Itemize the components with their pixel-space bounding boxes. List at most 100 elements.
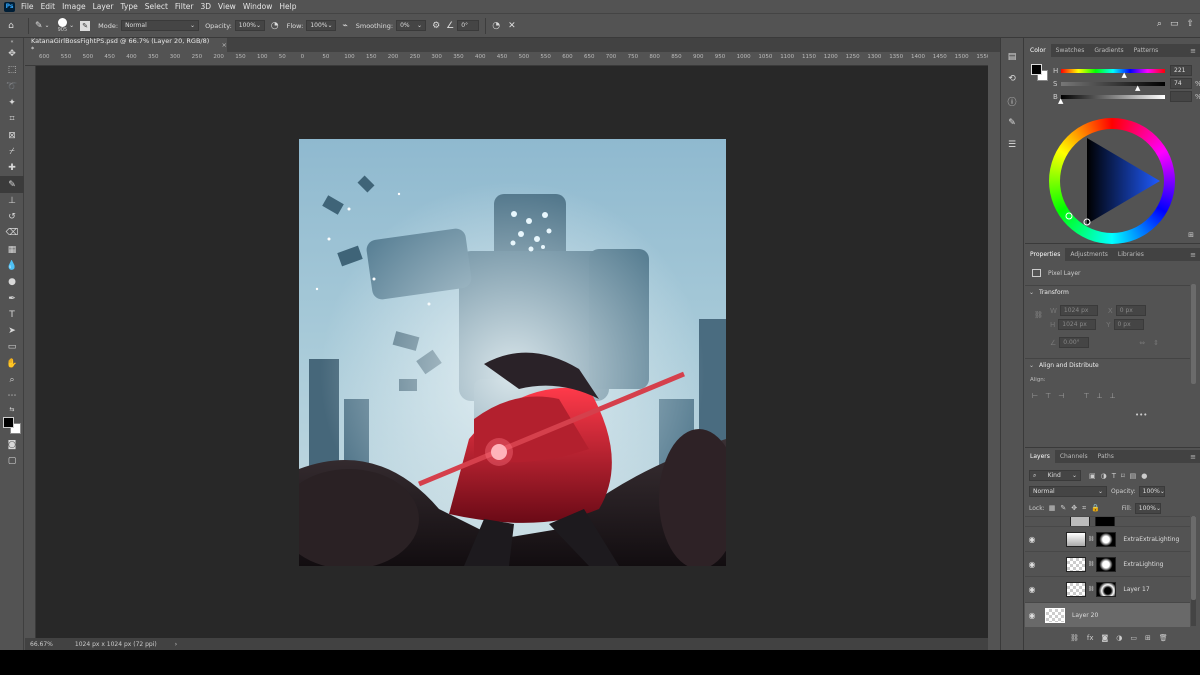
align-left-icon[interactable]: ⊢ <box>1032 392 1038 400</box>
tab-patterns[interactable]: Patterns <box>1129 44 1164 57</box>
pressure-opacity-icon[interactable]: ◔ <box>271 21 279 31</box>
brush-preset-icon[interactable]: ✎ <box>35 21 43 31</box>
brush-size-picker[interactable]: 905 <box>58 18 67 33</box>
clone-stamp-tool-icon[interactable]: ⊥ <box>0 193 24 209</box>
color-panel-corner-icon[interactable]: ⊞ <box>1188 231 1194 239</box>
tab-channels[interactable]: Channels <box>1055 450 1093 463</box>
color-wheel[interactable] <box>1049 118 1175 244</box>
gradient-tool-icon[interactable]: ▦ <box>0 242 24 258</box>
more-options-icon[interactable]: ••• <box>1135 411 1147 419</box>
layer-filter-dropdown[interactable]: ⌕ Kind ⌄ <box>1029 470 1081 481</box>
layer-opacity-input[interactable]: 100% ⌄ <box>1138 486 1165 497</box>
tab-libraries[interactable]: Libraries <box>1113 248 1149 261</box>
blur-tool-icon[interactable]: 💧 <box>0 258 24 274</box>
document-tab[interactable]: KatanaGirlBossFightPS.psd @ 66.7% (Layer… <box>25 37 227 53</box>
zoom-level[interactable]: 66.67% <box>30 641 53 648</box>
close-icon[interactable]: × <box>222 41 227 49</box>
screen-mode-icon[interactable]: ▢ <box>0 453 24 469</box>
history-icon[interactable]: ⟲ <box>1001 68 1023 90</box>
lock-transparency-icon[interactable]: ▦ <box>1049 504 1056 513</box>
height-input[interactable]: 1024 px <box>1058 319 1097 330</box>
quick-mask-icon[interactable]: ◙ <box>0 437 24 453</box>
lasso-tool-icon[interactable]: ➰ <box>0 79 24 95</box>
type-filter-icon[interactable]: T <box>1112 472 1116 480</box>
tab-layers[interactable]: Layers <box>1025 450 1055 463</box>
brush-settings-icon[interactable]: ✎ <box>1001 112 1023 134</box>
new-layer-icon[interactable]: ⊞ <box>1145 634 1151 642</box>
saturation-slider[interactable]: ▲ <box>1061 81 1165 92</box>
menu-file[interactable]: File <box>21 2 34 11</box>
dodge-tool-icon[interactable]: ● <box>0 274 24 290</box>
layer-row[interactable]: ◉ ⛓ ExtraExtraLighting <box>1025 526 1190 551</box>
layer-row[interactable]: ◉ ⛓ Layer 17 <box>1025 576 1190 601</box>
toolbar-collapse-icon[interactable]: « <box>0 38 24 46</box>
flip-horizontal-icon[interactable]: ⇔ <box>1139 339 1145 347</box>
lock-artboard-icon[interactable]: ⌗ <box>1082 504 1086 513</box>
menu-type[interactable]: Type <box>121 2 138 11</box>
align-top-icon[interactable]: ⊤ <box>1083 392 1089 400</box>
panel-menu-icon[interactable]: ≡ <box>1190 453 1196 461</box>
brush-tool-icon[interactable]: ✎ <box>0 176 24 193</box>
add-mask-icon[interactable]: ◙ <box>1102 634 1109 642</box>
chevron-right-icon[interactable]: › <box>175 641 177 648</box>
brightness-slider-thumb[interactable]: ▲ <box>1058 97 1063 105</box>
eyedropper-tool-icon[interactable]: ⌿ <box>0 144 24 160</box>
zoom-tool-icon[interactable]: ⌕ <box>0 372 24 388</box>
image-filter-icon[interactable]: ▣ <box>1089 472 1096 480</box>
path-selection-tool-icon[interactable]: ➤ <box>0 323 24 339</box>
type-tool-icon[interactable]: T <box>0 307 24 323</box>
new-group-icon[interactable]: ▭ <box>1130 634 1137 642</box>
adjustment-filter-icon[interactable]: ◑ <box>1101 472 1107 480</box>
hand-tool-icon[interactable]: ✋ <box>0 356 24 372</box>
menu-help[interactable]: Help <box>279 2 296 11</box>
pressure-size-icon[interactable]: ◔ <box>492 21 500 31</box>
mask-link-icon[interactable]: ⛓ <box>1088 536 1094 542</box>
y-input[interactable]: 0 px <box>1113 319 1144 330</box>
symmetry-icon[interactable]: ✕ <box>508 21 516 31</box>
layer-mask-thumbnail[interactable] <box>1096 556 1117 572</box>
tab-color[interactable]: Color <box>1025 44 1051 57</box>
gear-icon[interactable]: ⚙ <box>432 21 440 31</box>
align-center-h-icon[interactable]: ⊤ <box>1045 392 1051 400</box>
panel-menu-icon[interactable]: ≡ <box>1190 47 1196 55</box>
transform-header[interactable]: ⌄ Transform <box>1029 289 1069 296</box>
eye-icon[interactable]: ◉ <box>1025 611 1039 620</box>
workspace-icon[interactable]: ▭ <box>1170 19 1179 29</box>
shape-filter-icon[interactable]: ⌑ <box>1121 472 1125 480</box>
adjustments-icon[interactable]: ☰ <box>1001 134 1023 156</box>
swap-colors-icon[interactable]: ⇆ <box>0 405 24 415</box>
eraser-tool-icon[interactable]: ⌫ <box>0 225 24 241</box>
marquee-tool-icon[interactable]: ⬚ <box>0 62 24 78</box>
lock-pixels-icon[interactable]: ✎ <box>1060 504 1066 513</box>
frame-tool-icon[interactable]: ⊠ <box>0 127 24 143</box>
x-input[interactable]: 0 px <box>1115 305 1146 316</box>
filter-toggle-icon[interactable]: ● <box>1141 472 1147 480</box>
layer-row-partial[interactable] <box>1025 516 1190 526</box>
menu-3d[interactable]: 3D <box>200 2 211 11</box>
angle-input[interactable]: 0° <box>457 20 480 31</box>
layer-mask-thumbnail[interactable] <box>1095 517 1115 526</box>
link-layers-icon[interactable]: ⛓ <box>1070 634 1079 642</box>
artwork-canvas[interactable] <box>299 139 726 566</box>
mode-dropdown[interactable]: Normal ⌄ <box>121 20 200 31</box>
brightness-input[interactable] <box>1170 91 1192 102</box>
rectangle-tool-icon[interactable]: ▭ <box>0 339 24 355</box>
menu-filter[interactable]: Filter <box>175 2 194 11</box>
lock-position-icon[interactable]: ✥ <box>1071 504 1077 513</box>
hue-ring[interactable] <box>1049 118 1175 244</box>
foreground-color-swatch[interactable] <box>3 416 14 428</box>
menu-select[interactable]: Select <box>145 2 168 11</box>
brush-panel-icon[interactable]: ✎ <box>80 20 91 31</box>
smoothing-input[interactable]: 0% ⌄ <box>396 20 427 31</box>
layers-scrollbar[interactable] <box>1191 516 1196 600</box>
tab-gradients[interactable]: Gradients <box>1089 44 1128 57</box>
mask-link-icon[interactable]: ⛓ <box>1088 561 1094 567</box>
align-bottom-icon[interactable]: ⊥ <box>1110 392 1116 400</box>
hue-input[interactable]: 221 <box>1170 65 1192 76</box>
info-icon[interactable]: ⓘ <box>1001 90 1023 112</box>
lock-all-icon[interactable]: 🔒 <box>1091 504 1100 513</box>
tab-properties[interactable]: Properties <box>1025 248 1066 261</box>
menu-view[interactable]: View <box>218 2 236 11</box>
more-tools-icon[interactable]: ⋯ <box>0 388 24 404</box>
panel-menu-icon[interactable]: ≡ <box>1190 251 1196 259</box>
